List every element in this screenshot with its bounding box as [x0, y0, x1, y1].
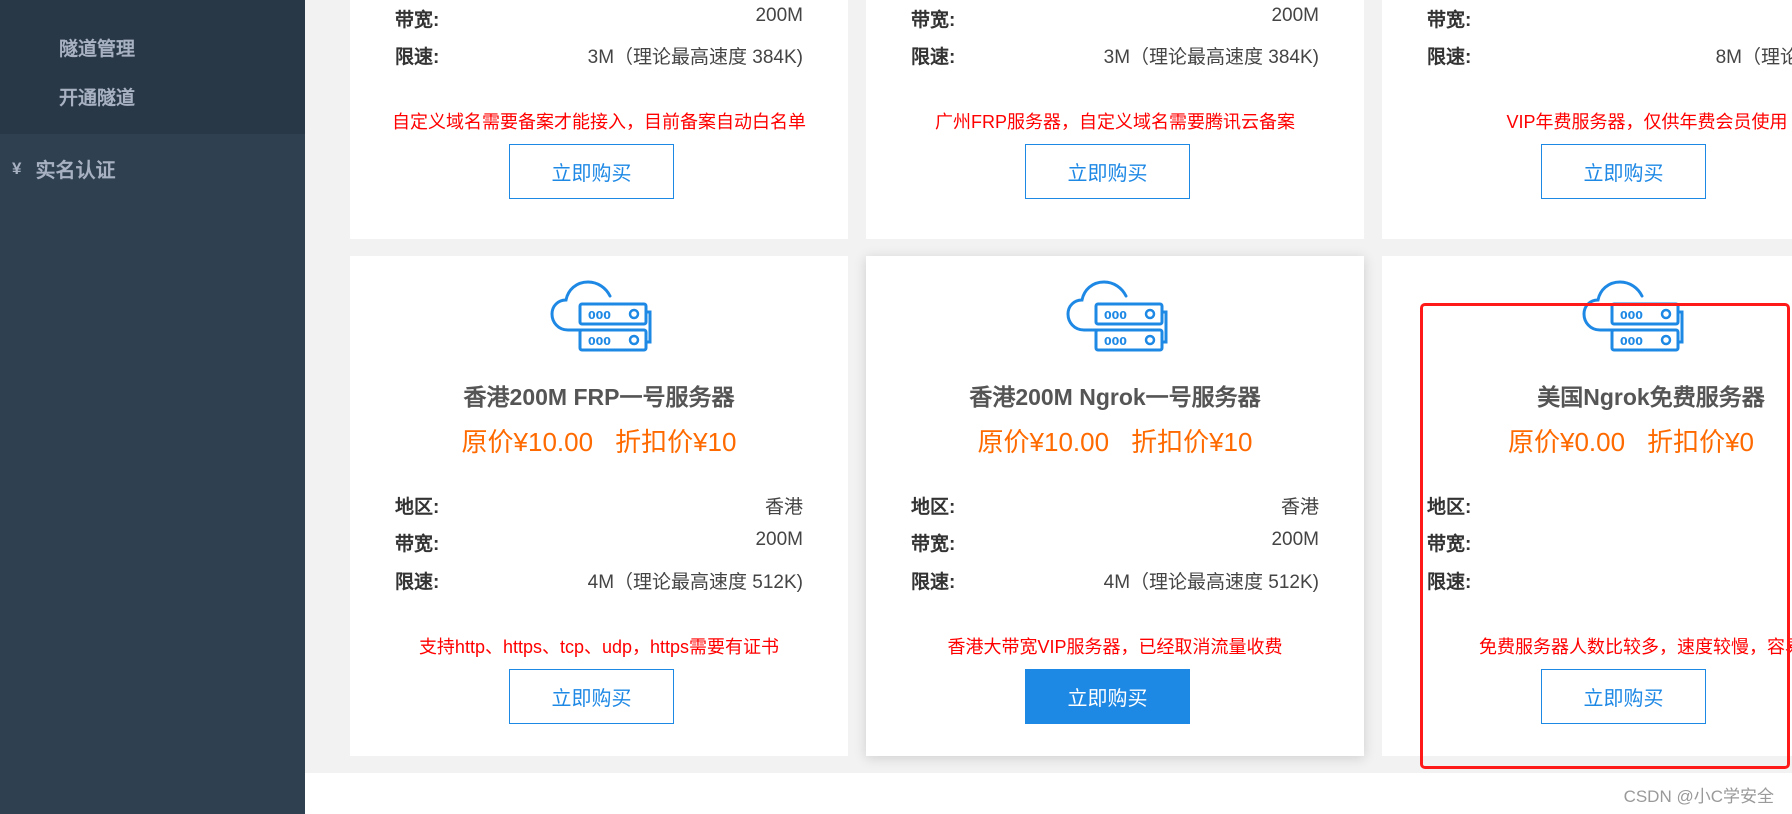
- spec-speed: 限速:: [1427, 572, 1472, 593]
- buy-button[interactable]: 立即购买: [1025, 144, 1190, 199]
- server-note: 自定义域名需要备案才能接入，目前备案自动白名单: [392, 112, 806, 132]
- original-price: 原价¥10.00: [461, 427, 594, 457]
- server-name: 香港200M FRP一号服务器: [463, 384, 735, 410]
- server-card: 带宽: 2 限速: 8M（理论最高速度 VIP年费服务器，仅供年费会员使用 立即…: [1382, 0, 1792, 239]
- server-note: 香港大带宽VIP服务器，已经取消流量收费: [947, 637, 1283, 657]
- server-note: 支持http、https、tcp、udp，https需要有证书: [418, 637, 780, 657]
- server-name: 美国Ngrok免费服务器: [1537, 384, 1765, 410]
- spec-speed: 限速: 3M（理论最高速度 384K): [395, 47, 803, 68]
- sidebar-item-label: 实名认证: [35, 160, 116, 182]
- svg-text:000: 000: [1104, 309, 1127, 322]
- spec-speed: 限速: 3M（理论最高速度 384K): [911, 47, 1319, 68]
- spec-bandwidth: 带宽: 200M: [911, 529, 1319, 555]
- server-name: 香港200M Ngrok一号服务器: [969, 384, 1261, 410]
- svg-text:000: 000: [1620, 335, 1643, 348]
- discount-price: 折扣价¥10: [615, 427, 737, 457]
- svg-text:000: 000: [588, 335, 611, 348]
- footer-bar: [305, 773, 1792, 814]
- server-card: 带宽: 200M 限速: 3M（理论最高速度 384K) 自定义域名需要备案才能…: [350, 0, 848, 239]
- sidebar-submenu: 隧道管理 开通隧道: [0, 0, 305, 134]
- spec-bandwidth: 带宽: 200M: [395, 5, 803, 31]
- spec-bandwidth: 带宽: 3: [1427, 534, 1472, 555]
- yen-icon: ¥: [12, 158, 22, 178]
- buy-button[interactable]: 立即购买: [1025, 669, 1190, 724]
- spec-bandwidth: 带宽: 200M: [911, 5, 1319, 31]
- svg-text:000: 000: [588, 309, 611, 322]
- buy-button[interactable]: 立即购买: [509, 669, 674, 724]
- main-content: 带宽: 200M 限速: 3M（理论最高速度 384K) 自定义域名需要备案才能…: [305, 0, 1792, 814]
- watermark: CSDN @小C学安全: [1623, 787, 1774, 806]
- server-price: 原价¥10.00 折扣价¥10: [866, 422, 1364, 459]
- spec-speed: 限速: 4M（理论最高速度 512K): [395, 572, 803, 593]
- server-note: VIP年费服务器，仅供年费会员使用: [1506, 112, 1788, 132]
- server-card: 带宽: 200M 限速: 3M（理论最高速度 384K) 广州FRP服务器，自定…: [866, 0, 1364, 239]
- spec-bandwidth: 带宽: 200M: [395, 529, 803, 555]
- svg-text:000: 000: [1620, 309, 1643, 322]
- sidebar-item-open-tunnel[interactable]: 开通隧道: [59, 83, 135, 110]
- cloud-server-icon: 000 000: [1582, 280, 1684, 352]
- spec-region: 地区: 香港: [395, 497, 803, 518]
- buy-button[interactable]: 立即购买: [509, 144, 674, 199]
- server-note: 免费服务器人数比较多，速度较慢，容易: [1479, 637, 1792, 657]
- server-price: 原价¥0.00 折扣价¥0: [1382, 422, 1792, 459]
- spec-speed: 限速: 8M（理论最高速度: [1427, 47, 1792, 68]
- buy-button[interactable]: 立即购买: [1541, 144, 1706, 199]
- server-card: 000 000 香港200M FRP一号服务器 原价¥10.00 折扣价¥10 地…: [350, 256, 848, 756]
- svg-text:000: 000: [1104, 335, 1127, 348]
- server-card: 000 000 香港200M Ngrok一号服务器 原价¥10.00 折扣价¥10…: [866, 256, 1364, 756]
- spec-bandwidth: 带宽: 2: [1427, 10, 1472, 31]
- cloud-server-icon: 000 000: [550, 280, 652, 352]
- cloud-server-icon: 000 000: [1066, 280, 1168, 352]
- server-price: 原价¥10.00 折扣价¥10: [350, 422, 848, 459]
- server-note: 广州FRP服务器，自定义域名需要腾讯云备案: [935, 112, 1295, 132]
- original-price: 原价¥0.00: [1508, 427, 1626, 457]
- original-price: 原价¥10.00: [977, 427, 1110, 457]
- sidebar: 隧道管理 开通隧道 ¥ 实名认证: [0, 0, 305, 814]
- server-card: 000 000 美国Ngrok免费服务器 原价¥0.00 折扣价¥0 地区: 带宽…: [1382, 256, 1792, 756]
- buy-button[interactable]: 立即购买: [1541, 669, 1706, 724]
- sidebar-item-real-name-auth[interactable]: ¥ 实名认证: [12, 154, 115, 183]
- spec-region: 地区: 香港: [911, 497, 1319, 518]
- discount-price: 折扣价¥10: [1131, 427, 1253, 457]
- spec-speed: 限速: 4M（理论最高速度 512K): [911, 572, 1319, 593]
- sidebar-item-tunnel-management[interactable]: 隧道管理: [59, 34, 135, 61]
- discount-price: 折扣价¥0: [1647, 427, 1754, 457]
- spec-region: 地区:: [1427, 497, 1472, 518]
